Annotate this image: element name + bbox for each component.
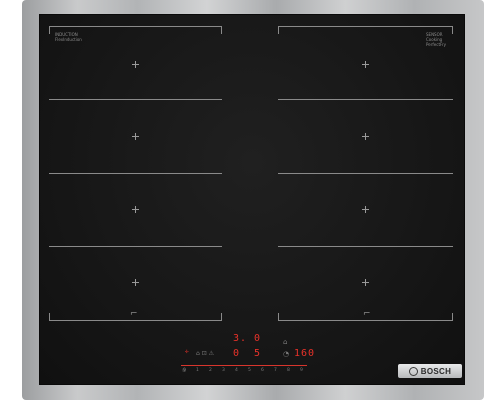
zone-power-display: 3. 0: [233, 333, 262, 344]
scale-step[interactable]: 8: [287, 367, 290, 375]
scale-step[interactable]: 6: [261, 367, 264, 375]
pan-hook-icon: ⌐: [130, 309, 138, 319]
plus-marker-icon: [362, 279, 369, 286]
function-icons[interactable]: ⌂ ⊡ ⚠: [196, 351, 214, 357]
plus-marker-icon: [362, 206, 369, 213]
zone-guide-line: [278, 320, 453, 321]
zone-divider-line: [49, 99, 222, 100]
zone-guide-tick: [452, 313, 453, 321]
zone-guide-tick: [278, 26, 279, 34]
plus-marker-icon: [132, 61, 139, 68]
bosch-logo-icon: [408, 366, 418, 376]
zone-guide-line: [49, 320, 222, 321]
brand-badge: BOSCH: [398, 364, 462, 378]
pan-hook-icon: ⌐: [363, 309, 371, 319]
touch-slider-track[interactable]: [181, 365, 307, 366]
zone-guide-line: [49, 26, 222, 27]
zone-guide-tick: [49, 313, 50, 321]
zone-divider-line: [49, 173, 222, 174]
scale-step[interactable]: 2: [209, 367, 212, 375]
scale-step[interactable]: 5: [248, 367, 251, 375]
scale-step[interactable]: 7: [274, 367, 277, 375]
plus-marker-icon: [362, 133, 369, 140]
zone-divider-line: [278, 99, 453, 100]
scale-step[interactable]: 3: [222, 367, 225, 375]
scale-step[interactable]: 0: [183, 367, 186, 375]
zone-guide-tick: [221, 313, 222, 321]
plus-marker-icon: [132, 279, 139, 286]
power-scale[interactable]: 0 1 2 3 4 5 6 7 8 9: [183, 367, 303, 375]
scale-step[interactable]: 1: [196, 367, 199, 375]
scale-step[interactable]: 4: [235, 367, 238, 375]
timer-icon[interactable]: ◔: [283, 351, 289, 358]
timer-display: 160: [294, 348, 316, 359]
zone-guide-tick: [221, 26, 222, 34]
ceramic-glass-surface: INDUCTION FlexInduction SENSOR Cooking P…: [39, 14, 465, 385]
zone-divider-line: [278, 246, 453, 247]
brand-name: BOSCH: [420, 366, 452, 376]
zone-guide-tick: [49, 26, 50, 34]
zone-guide-tick: [452, 26, 453, 34]
power-level-display: 5: [254, 348, 262, 359]
power-icon[interactable]: ✢: [185, 349, 190, 355]
zone-divider-line: [49, 246, 222, 247]
zone-divider-line: [278, 173, 453, 174]
zone-guide-line: [278, 26, 453, 27]
scale-step[interactable]: 9: [300, 367, 303, 375]
plus-marker-icon: [132, 206, 139, 213]
zone-guide-tick: [278, 313, 279, 321]
zone-power-display-2: 0: [233, 348, 241, 359]
perfect-fry-label: PerfectFry: [426, 42, 447, 47]
flex-induction-label: FlexInduction: [55, 37, 82, 42]
lock-icon[interactable]: ⌂: [283, 339, 287, 346]
plus-marker-icon: [132, 133, 139, 140]
plus-marker-icon: [362, 61, 369, 68]
